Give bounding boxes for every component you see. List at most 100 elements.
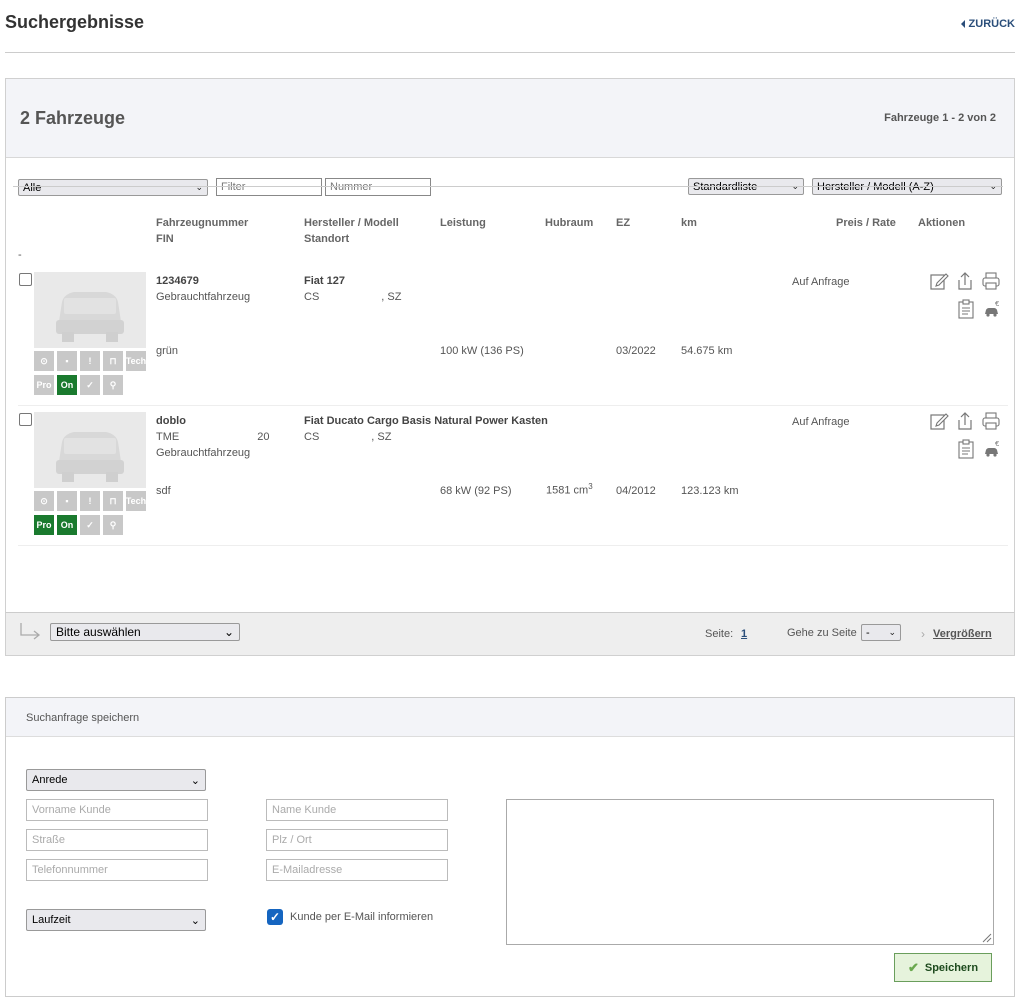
- vehicle-displacement: 1581 cm3: [546, 482, 593, 497]
- page-link[interactable]: 1: [741, 628, 747, 640]
- salutation-value: Anrede: [32, 774, 68, 786]
- col-number-label: Fahrzeugnummer: [156, 217, 249, 229]
- vehicle-model[interactable]: Fiat 127: [304, 275, 345, 287]
- fin-part: TME: [156, 431, 180, 443]
- location-part: CS: [304, 291, 320, 303]
- back-link-label: ZURÜCK: [968, 18, 1015, 30]
- key-icon: ⚲: [103, 515, 123, 535]
- car-price-icon[interactable]: €: [982, 439, 1002, 459]
- zoom-button[interactable]: › Vergrößern: [921, 627, 992, 641]
- goto-page-select[interactable]: - ⌄: [861, 624, 901, 641]
- row-actions: [929, 411, 1001, 431]
- displacement-unit-exponent: 3: [588, 482, 593, 491]
- notify-label: Kunde per E-Mail informieren: [290, 911, 434, 923]
- vehicle-color: grün: [156, 345, 179, 357]
- vehicle-fin: TME 20: [156, 431, 269, 443]
- feature-badges: ⊙ ▪ ! ⊓ Tech: [34, 491, 146, 511]
- lock-icon: ⊓: [103, 491, 123, 511]
- warning-icon: !: [80, 491, 100, 511]
- online-badge: On: [57, 515, 77, 535]
- street-input[interactable]: Straße: [26, 829, 208, 851]
- email-input[interactable]: E-Mailadresse: [266, 859, 448, 881]
- col-header-price[interactable]: Preis / Rate: [836, 215, 896, 231]
- phone-input[interactable]: Telefonnummer: [26, 859, 208, 881]
- share-icon[interactable]: [955, 411, 975, 431]
- displacement-value: 1581 cm: [546, 484, 589, 497]
- car-placeholder-icon: [34, 412, 146, 488]
- col-header-ez[interactable]: EZ: [616, 215, 630, 231]
- edit-icon[interactable]: [929, 411, 949, 431]
- first-name-input[interactable]: Vorname Kunde: [26, 799, 208, 821]
- camera-icon: ▪: [57, 351, 77, 371]
- salutation-select[interactable]: Anrede ⌄: [26, 769, 206, 791]
- edit-icon[interactable]: [929, 271, 949, 291]
- number-input[interactable]: Nummer: [325, 178, 431, 196]
- duration-select[interactable]: Laufzeit ⌄: [26, 909, 206, 931]
- row-actions-secondary: €: [956, 299, 1002, 319]
- save-search-header: Suchanfrage speichern: [6, 698, 1014, 737]
- fin-part: 20: [257, 431, 270, 443]
- clipboard-icon[interactable]: [956, 299, 976, 319]
- chevron-down-icon: ⌄: [190, 774, 200, 787]
- vehicle-location: CS , SZ: [304, 431, 391, 443]
- col-header-km[interactable]: km: [681, 215, 697, 231]
- vehicle-number[interactable]: doblo: [156, 415, 186, 427]
- save-search-title: Suchanfrage speichern: [26, 712, 140, 724]
- svg-text:€: €: [995, 300, 999, 308]
- clipboard-icon[interactable]: [956, 439, 976, 459]
- range-total: von 2: [964, 112, 996, 124]
- back-arrow-icon: [960, 20, 965, 28]
- zip-city-input[interactable]: Plz / Ort: [266, 829, 448, 851]
- checkmark-icon: ✔: [907, 959, 919, 975]
- category-select[interactable]: Alle ⌄: [18, 179, 208, 196]
- row-actions: [929, 271, 1001, 291]
- location-part: CS: [304, 431, 320, 443]
- bulk-action-select[interactable]: Bitte auswählen ⌄: [50, 623, 240, 641]
- page-title: Suchergebnisse: [5, 12, 145, 32]
- parking-sensor-icon: ⊙: [34, 351, 54, 371]
- print-icon[interactable]: [981, 411, 1001, 431]
- goto-page-value: -: [866, 626, 870, 639]
- col-header-number[interactable]: Fahrzeugnummer FIN: [156, 215, 248, 247]
- notify-checkbox[interactable]: ✓: [267, 909, 283, 925]
- vehicle-model[interactable]: Fiat Ducato Cargo Basis Natural Power Ka…: [304, 415, 548, 427]
- last-name-input[interactable]: Name Kunde: [266, 799, 448, 821]
- vehicle-price: Auf Anfrage: [792, 416, 850, 428]
- col-header-displacement[interactable]: Hubraum: [545, 215, 593, 231]
- print-icon[interactable]: [981, 271, 1001, 291]
- vehicle-ez: 03/2022: [616, 345, 656, 357]
- vehicle-type: Gebrauchtfahrzeug: [156, 447, 251, 459]
- filter-input[interactable]: Filter: [216, 178, 322, 196]
- page-label: Seite:: [705, 628, 734, 640]
- vehicle-thumbnail[interactable]: [34, 272, 146, 348]
- col-header-model[interactable]: Hersteller / Modell Standort: [304, 215, 399, 247]
- back-link[interactable]: ZURÜCK: [960, 18, 1015, 30]
- resize-handle-icon[interactable]: [980, 931, 992, 943]
- range-prefix: Fahrzeuge: [884, 112, 943, 124]
- vehicle-thumbnail[interactable]: [34, 412, 146, 488]
- chevron-down-icon: ⌄: [195, 182, 203, 192]
- vehicle-number[interactable]: 1234679: [156, 275, 199, 287]
- save-button[interactable]: ✔ Speichern: [894, 953, 992, 982]
- col-model-label: Hersteller / Modell: [304, 217, 399, 229]
- header-divider: [13, 186, 1003, 187]
- row-actions-secondary: €: [956, 439, 1002, 459]
- status-badges: Pro On ✓ ⚲: [34, 375, 123, 395]
- car-price-icon[interactable]: €: [982, 299, 1002, 319]
- row-checkbox[interactable]: [19, 273, 32, 286]
- vehicle-km: 123.123 km: [681, 485, 739, 497]
- chevron-down-icon: ⌄: [223, 625, 234, 639]
- vehicle-color: sdf: [156, 485, 171, 497]
- row-checkbox[interactable]: [19, 413, 32, 426]
- share-icon[interactable]: [955, 271, 975, 291]
- svg-text:€: €: [995, 440, 999, 448]
- vehicle-power: 68 kW (92 PS): [440, 485, 512, 497]
- save-button-label: Speichern: [924, 961, 979, 974]
- notify-checkbox-row: ✓ Kunde per E-Mail informieren: [267, 909, 433, 925]
- col-header-power[interactable]: Leistung: [440, 215, 486, 231]
- check-icon: ✓: [80, 515, 100, 535]
- col-fin-label: FIN: [156, 233, 174, 245]
- notes-textarea[interactable]: [506, 799, 994, 945]
- vehicle-type: Gebrauchtfahrzeug: [156, 291, 251, 303]
- vehicle-power: 100 kW (136 PS): [440, 345, 524, 357]
